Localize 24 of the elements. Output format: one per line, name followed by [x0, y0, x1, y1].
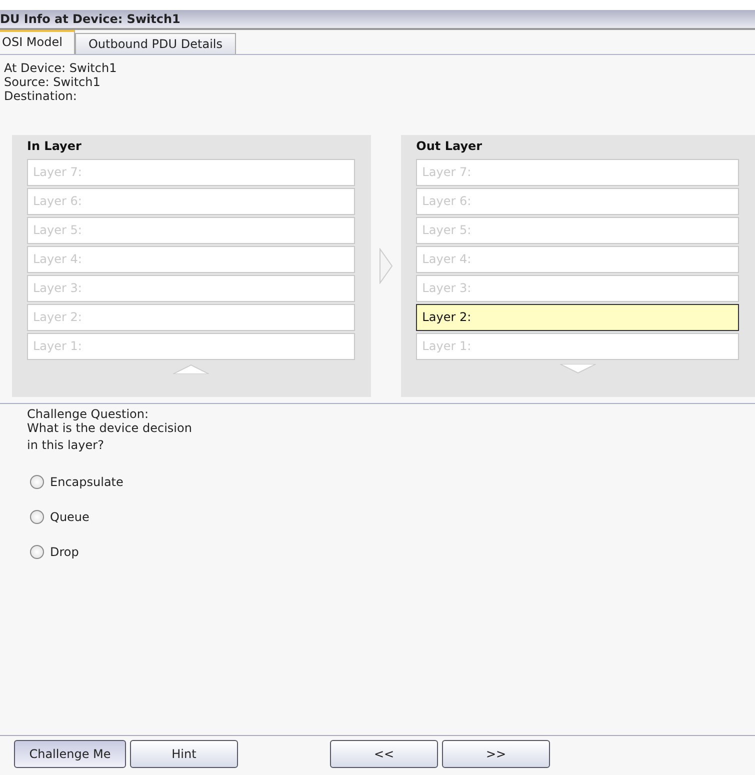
right-arrow-icon [378, 248, 393, 284]
action-button[interactable]: Hint [130, 740, 238, 768]
layer-row[interactable]: Layer 2: [416, 304, 740, 331]
panel-heading: Out Layer [416, 139, 484, 155]
down-chevron-icon [560, 364, 596, 374]
option-label[interactable]: Queue [50, 510, 90, 524]
info-text: At Device: Switch1 [4, 61, 118, 75]
window-title: DU Info at Device: Switch1 [0, 10, 755, 30]
radio-button[interactable] [30, 510, 44, 524]
radio-button[interactable] [30, 474, 44, 488]
action-button[interactable]: << [330, 740, 438, 768]
tab[interactable]: OSI Model [0, 30, 76, 54]
info-text: Destination: [4, 89, 78, 103]
panel-heading: In Layer [27, 139, 82, 155]
tab[interactable]: Outbound PDU Details [75, 33, 236, 54]
question-title: Challenge Question: [27, 408, 150, 420]
option-label[interactable]: Drop [50, 544, 79, 558]
action-button[interactable]: Challenge Me [14, 740, 126, 768]
radio-button[interactable] [30, 544, 44, 558]
option-label[interactable]: Encapsulate [50, 474, 124, 488]
action-button[interactable]: >> [442, 740, 550, 768]
info-text: Source: Switch1 [4, 75, 102, 89]
up-chevron-icon [172, 364, 209, 374]
question-text: What is the device decision in this layer? [27, 420, 193, 454]
